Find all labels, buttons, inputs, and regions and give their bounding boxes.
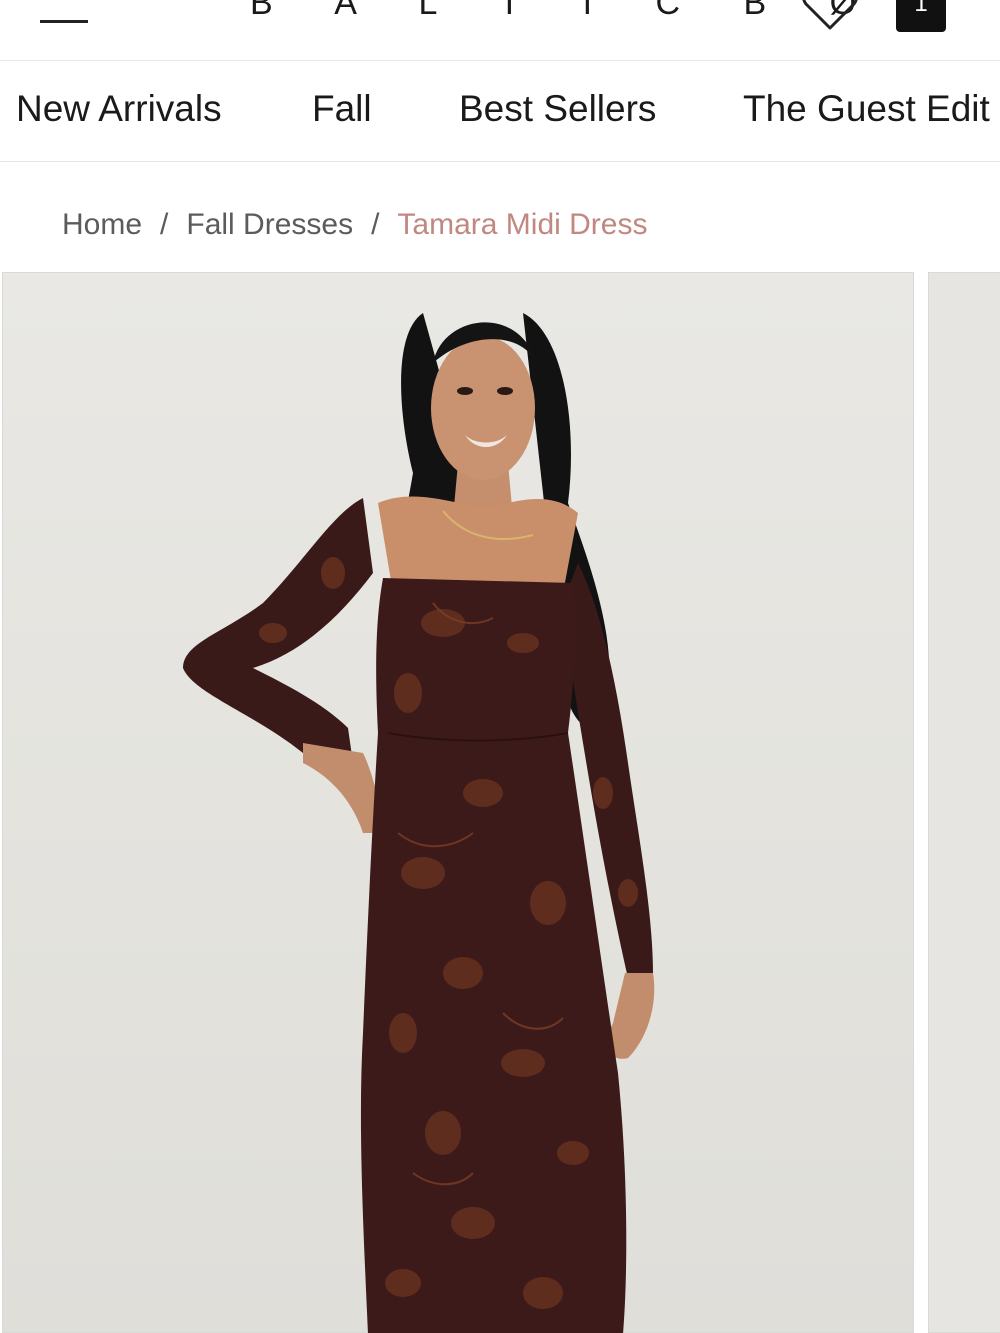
breadcrumb-separator: / (371, 208, 380, 241)
breadcrumb-separator: / (160, 208, 169, 241)
product-image-next[interactable] (928, 272, 1000, 1333)
hamburger-menu-icon[interactable] (40, 0, 90, 28)
shopping-bag-icon[interactable]: 1 (896, 0, 946, 32)
category-nav: New Arrivals Fall Best Sellers The Guest… (0, 61, 1000, 162)
cart-count-badge: 1 (914, 0, 928, 17)
product-image-carousel[interactable] (0, 272, 1000, 1333)
breadcrumb: Home / Fall Dresses / Tamara Midi Dress (62, 208, 647, 242)
nav-item-best-sellers[interactable]: Best Sellers (459, 88, 656, 130)
site-header: B A L T I C B Ø R N 1 (0, 0, 1000, 61)
brand-logo[interactable]: B A L T I C B Ø R N (250, 0, 1000, 23)
breadcrumb-category-link[interactable]: Fall Dresses (186, 208, 353, 241)
nav-item-fall[interactable]: Fall (312, 88, 372, 130)
breadcrumb-current-page: Tamara Midi Dress (397, 208, 648, 241)
heart-icon[interactable] (800, 0, 860, 32)
nav-item-the-guest-edit[interactable]: The Guest Edit (743, 88, 990, 130)
product-photo (183, 313, 655, 1333)
product-image-main[interactable] (2, 272, 914, 1333)
breadcrumb-home-link[interactable]: Home (62, 208, 142, 241)
product-page: B A L T I C B Ø R N 1 New Arrivals Fall … (0, 0, 1000, 1333)
nav-item-new-arrivals[interactable]: New Arrivals (16, 88, 222, 130)
